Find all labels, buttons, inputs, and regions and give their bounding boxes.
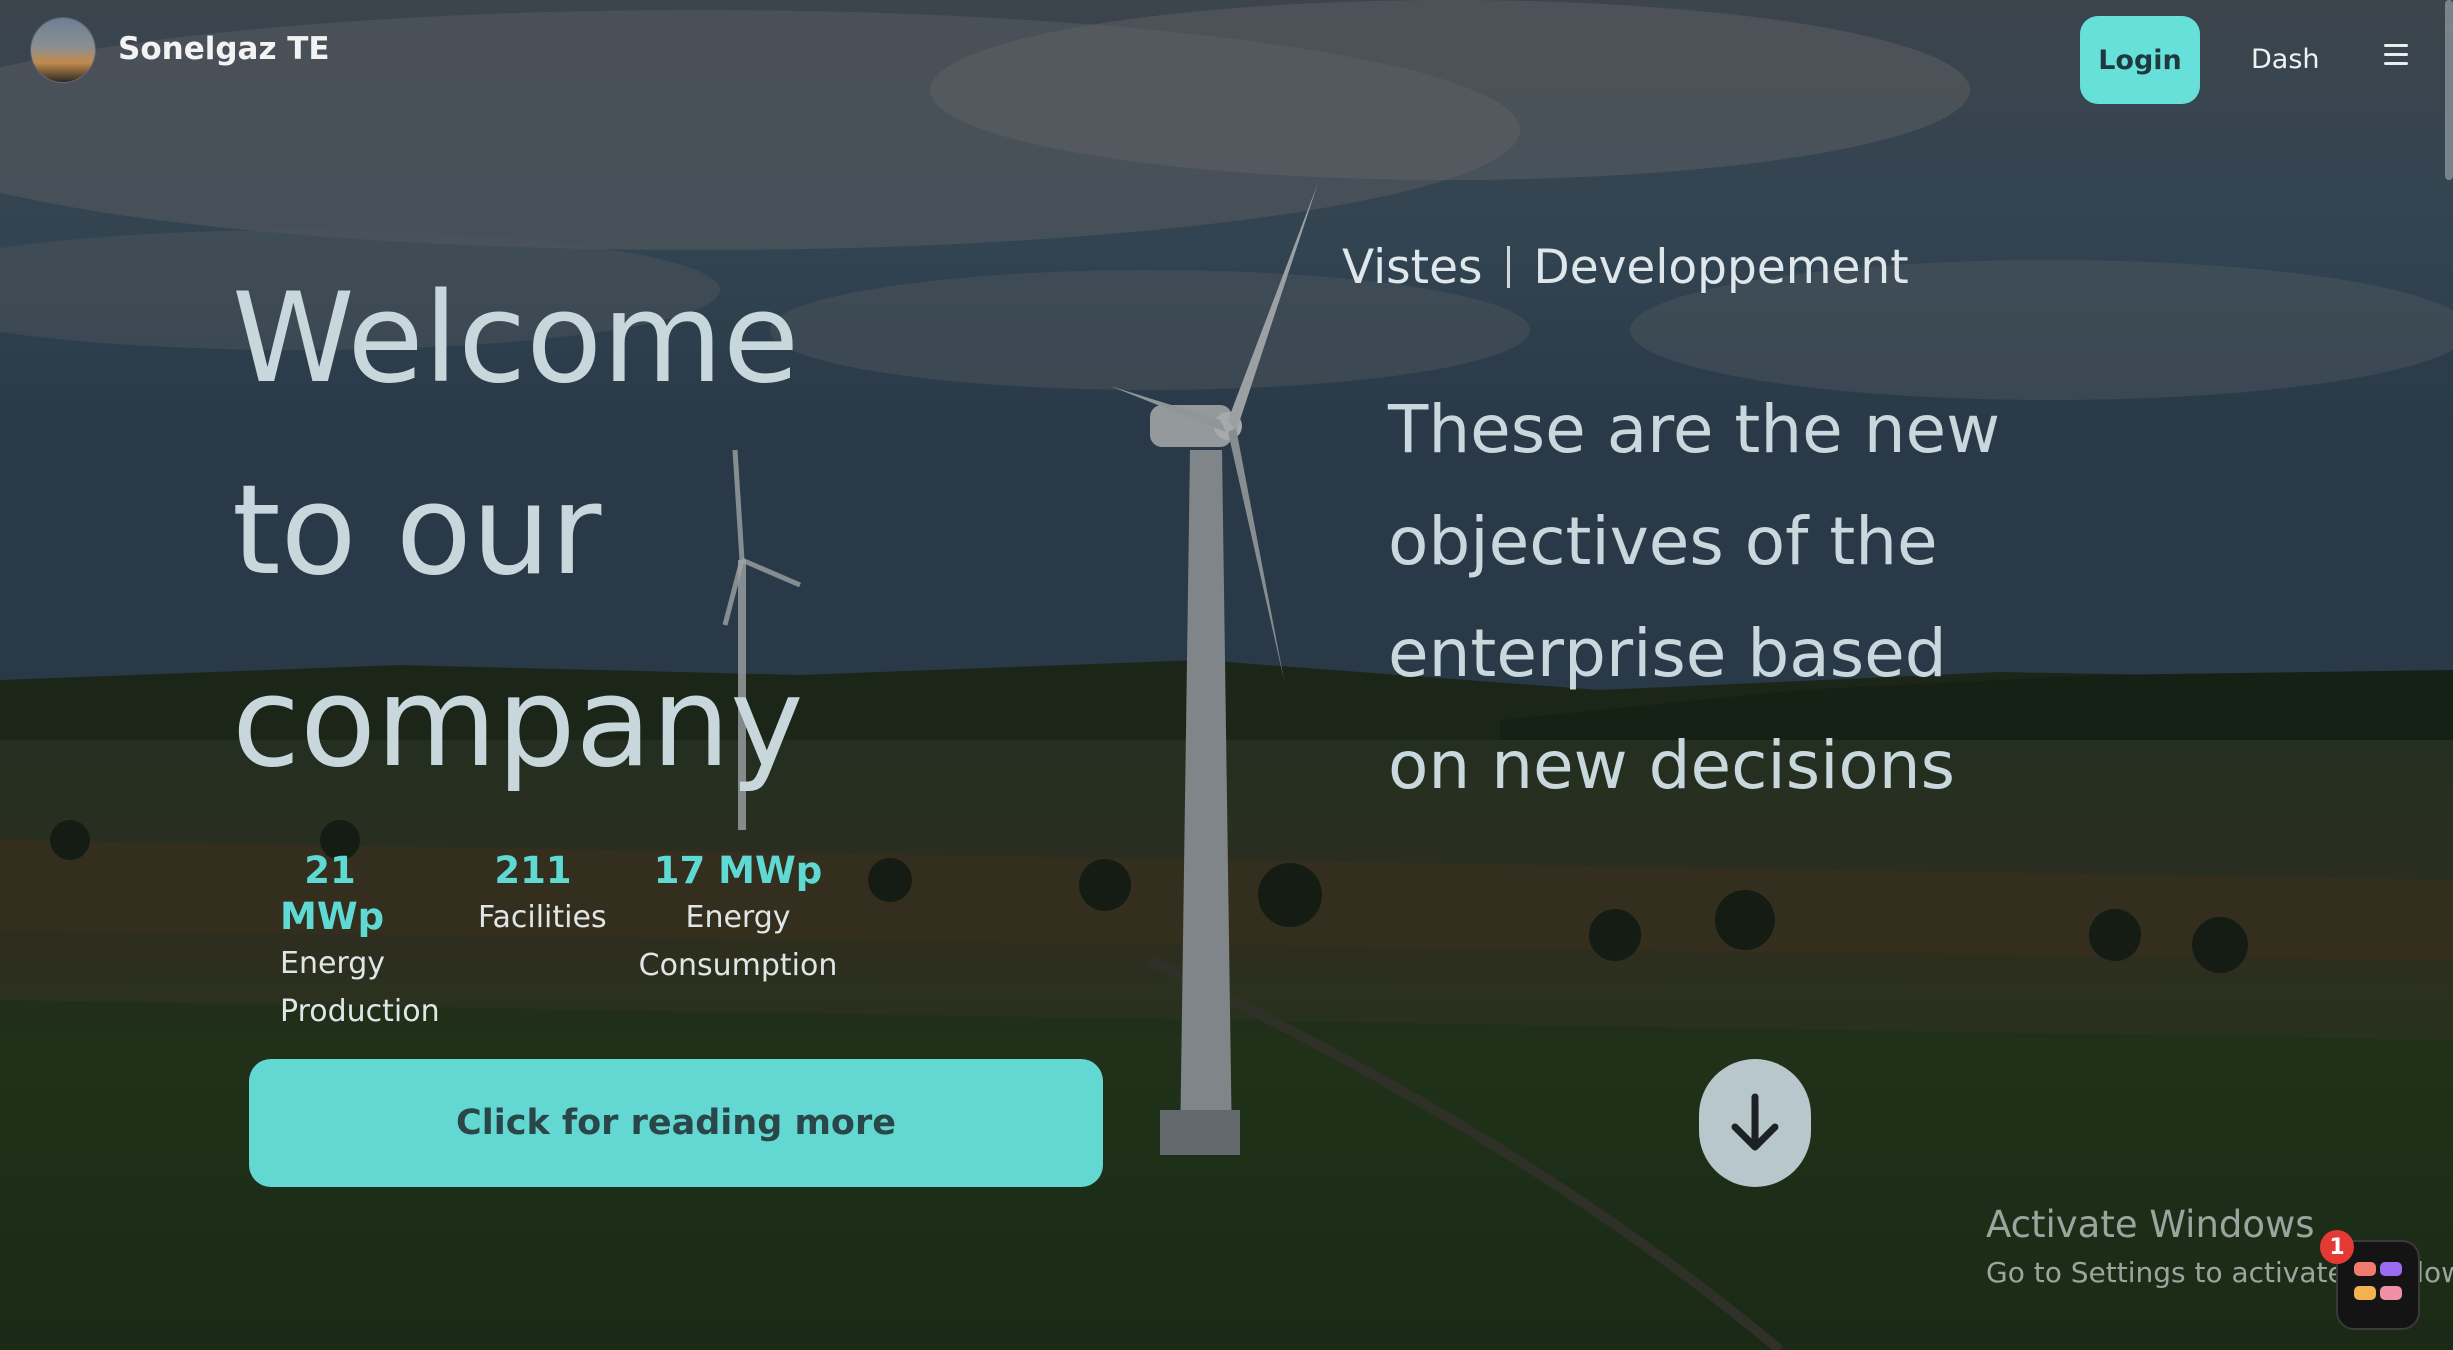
arrow-down-icon	[1731, 1093, 1779, 1151]
navbar: Sonelgaz TE Login Dash	[0, 0, 2453, 120]
app-icon-tile	[2380, 1286, 2402, 1300]
notification-badge: 1	[2320, 1230, 2354, 1264]
welcome-line: to our	[232, 459, 602, 603]
welcome-line: Welcome	[232, 267, 800, 411]
activate-windows-title: Activate Windows	[1986, 1203, 2315, 1246]
stat-value: 211	[494, 849, 572, 892]
stat-label: Energy	[280, 946, 386, 981]
section-tabs: Vistes Developpement	[1342, 232, 1909, 302]
stat-value: 17 MWp	[653, 849, 823, 892]
tab-vistes[interactable]: Vistes	[1342, 240, 1483, 295]
company-logo[interactable]	[31, 18, 95, 82]
stat-value: 21 MWp	[280, 849, 385, 938]
dash-link[interactable]: Dash	[2251, 44, 2320, 75]
objectives-line: enterprise based	[1388, 615, 1947, 692]
stat-label: Facilities	[478, 900, 607, 935]
stat-label: Energy	[685, 900, 791, 935]
objectives-text: These are the new objectives of the ente…	[1388, 374, 2028, 822]
welcome-heading: Welcome to our company	[232, 243, 852, 819]
app-icon-tile	[2380, 1262, 2402, 1276]
stat-energy-production: 21 MWp Energy Production	[280, 848, 440, 1036]
stat-label: Production	[280, 994, 440, 1029]
stat-label: Consumption	[638, 948, 838, 983]
objectives-line: on new decisions	[1388, 727, 1956, 804]
brand-name[interactable]: Sonelgaz TE	[118, 31, 330, 67]
hamburger-icon[interactable]	[2384, 44, 2408, 66]
tab-divider	[1506, 246, 1510, 288]
stats-row: 21 MWp Energy Production 211 Facilities …	[280, 848, 860, 1029]
read-more-button[interactable]: Click for reading more	[249, 1059, 1103, 1187]
objectives-line: objectives of the	[1388, 503, 1938, 580]
scroll-down-button[interactable]	[1699, 1059, 1811, 1187]
scrollbar-thumb[interactable]	[2445, 0, 2453, 180]
login-button[interactable]: Login	[2080, 16, 2200, 104]
app-icon-tile	[2354, 1286, 2376, 1300]
stat-energy-consumption: 17 MWp Energy Consumption	[638, 848, 838, 990]
welcome-line: company	[232, 651, 804, 795]
stat-facilities: 211 Facilities	[478, 848, 607, 942]
objectives-line: These are the new	[1388, 391, 2001, 468]
tab-developpement[interactable]: Developpement	[1534, 240, 1909, 295]
app-icon-tile	[2354, 1262, 2376, 1276]
